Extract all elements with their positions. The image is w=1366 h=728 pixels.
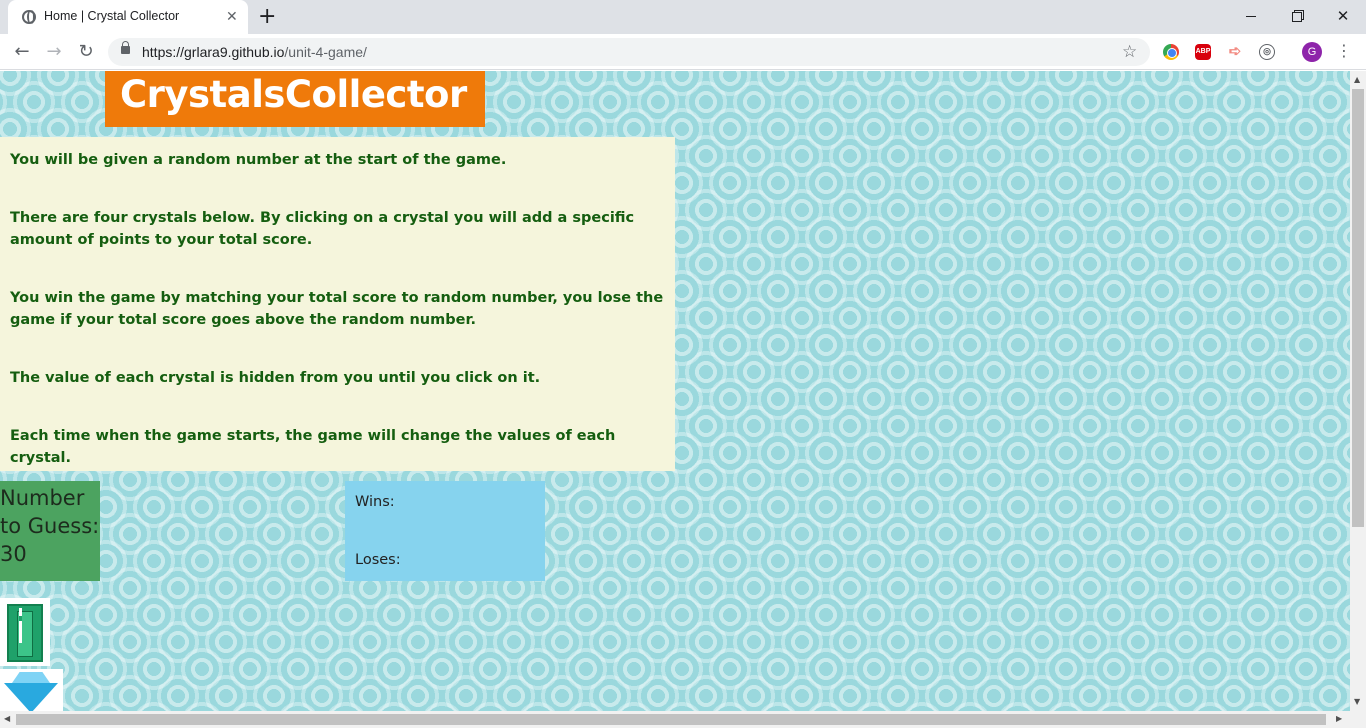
reload-icon[interactable]: ↻ [72,38,100,66]
new-tab-button[interactable]: + [258,4,276,30]
instruction-text: Each time when the game starts, the game… [10,428,616,466]
target-number-box: Number to Guess: 30 [0,481,100,581]
instructions-panel: You will be given a random number at the… [0,137,675,471]
instruction-text: There are four crystals below. By clicki… [10,210,635,248]
instruction-text: You win the game by matching your total … [10,290,664,328]
lock-icon [121,41,130,54]
title-banner: CrystalsCollector [105,71,485,127]
extension-icon[interactable] [1163,44,1179,60]
close-window-button[interactable]: ✕ [1320,4,1366,30]
url-host: https://grlara9.github.io [142,44,285,60]
scroll-left-arrow-icon[interactable]: ◀ [4,714,10,723]
more-vertical-icon[interactable]: ⋮ [1336,40,1352,62]
extension-icon[interactable]: ◎ [1259,44,1275,60]
browser-tab[interactable]: Home | Crystal Collector ✕ [8,0,248,34]
vertical-scroll-thumb[interactable] [1352,89,1364,527]
vertical-scrollbar[interactable]: ▲ ▼ [1350,71,1366,711]
target-value: 30 [0,542,27,566]
minimize-button[interactable] [1228,4,1274,30]
instruction-text: The value of each crystal is hidden from… [10,370,541,386]
page-title: CrystalsCollector [120,73,467,116]
target-number: Number to Guess: 30 [0,484,99,568]
crystal-button-green[interactable] [0,598,50,666]
horizontal-scroll-thumb[interactable] [16,714,1326,725]
target-label-line-2: to Guess: [0,514,100,538]
scroll-up-arrow-icon[interactable]: ▲ [1354,75,1360,84]
page-viewport: CrystalsCollector You will be given a ra… [0,71,1350,711]
instruction-text: You will be given a random number at the… [10,152,507,168]
url-text[interactable]: https://grlara9.github.io/unit-4-game/ [142,44,367,60]
loses-label: Loses: [355,552,401,568]
target-label-line-1: Number [0,486,85,510]
scroll-right-arrow-icon[interactable]: ▶ [1336,714,1342,723]
star-icon[interactable]: ☆ [1122,41,1137,63]
url-path: /unit-4-game/ [284,44,367,60]
tab-strip: Home | Crystal Collector ✕ + ✕ [0,0,1366,34]
minimize-icon [1246,16,1256,17]
extension-icon[interactable]: ➪ [1227,44,1243,60]
browser-toolbar: ← → ↻ https://grlara9.github.io/unit-4-g… [0,34,1366,70]
blue-diamond-icon [4,683,58,711]
restore-icon [1292,11,1302,22]
address-bar[interactable]: https://grlara9.github.io/unit-4-game/ ☆ [108,38,1150,66]
blue-diamond-top [12,672,50,683]
score-box: Wins: Loses: [345,481,545,581]
crystal-button-blue[interactable] [0,669,63,711]
adblock-icon[interactable]: ABP [1195,44,1211,60]
forward-arrow-icon[interactable]: → [40,38,68,66]
close-tab-icon[interactable]: ✕ [226,7,238,27]
profile-avatar[interactable]: G [1302,42,1322,62]
green-crystal-icon [7,604,43,662]
tab-title: Home | Crystal Collector [44,9,180,23]
restore-button[interactable] [1274,4,1320,30]
scroll-down-arrow-icon[interactable]: ▼ [1354,697,1360,706]
horizontal-scrollbar[interactable]: ◀ ▶ [0,711,1366,728]
back-arrow-icon[interactable]: ← [8,38,36,66]
globe-icon [22,10,36,24]
wins-label: Wins: [355,494,395,510]
